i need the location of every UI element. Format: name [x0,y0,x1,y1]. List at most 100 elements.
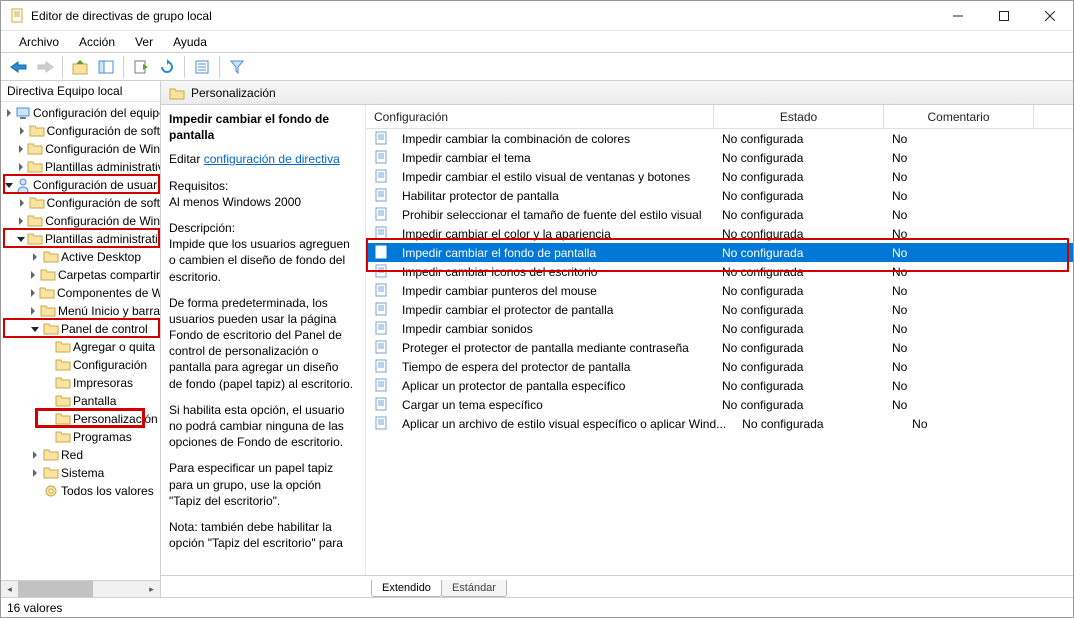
tree-node[interactable]: Plantillas administrativ [5,230,160,248]
tree-node[interactable]: Panel de control [5,320,160,338]
column-header-comentario[interactable]: Comentario [884,105,1034,128]
tab-extendido[interactable]: Extendido [371,580,442,597]
filter-button[interactable] [225,55,249,79]
policy-status: No configurada [714,341,884,355]
minimize-button[interactable] [935,1,981,31]
tree-node[interactable]: Carpetas compartir [5,266,160,284]
tree-horizontal-scrollbar[interactable]: ◂ ▸ [1,580,160,597]
toolbar-separator [184,56,185,78]
tree-node[interactable]: Impresoras [5,374,160,392]
show-hide-tree-button[interactable] [94,55,118,79]
policy-icon [374,359,390,375]
policy-icon [374,416,390,432]
scroll-thumb[interactable] [18,581,93,597]
chevron-right-icon[interactable] [17,125,27,137]
menu-ver[interactable]: Ver [127,33,161,51]
up-button[interactable] [68,55,92,79]
chevron-down-icon[interactable] [17,233,25,245]
policy-row[interactable]: Prohibir seleccionar el tamaño de fuente… [366,205,1073,224]
tree-node-label: Red [61,448,83,462]
chevron-right-icon[interactable] [29,449,41,461]
policy-status: No configurada [714,227,884,241]
policy-row[interactable]: Impedir cambiar el temaNo configuradaNo [366,148,1073,167]
column-header-estado[interactable]: Estado [714,105,884,128]
chevron-right-icon[interactable] [29,269,38,281]
policy-row[interactable]: Cargar un tema específicoNo configuradaN… [366,395,1073,414]
chevron-right-icon[interactable] [29,305,38,317]
tree-node[interactable]: Personalización [5,410,160,428]
chevron-down-icon[interactable] [5,179,13,191]
policy-row[interactable]: Habilitar protector de pantallaNo config… [366,186,1073,205]
policy-title: Impedir cambiar el fondo de pantalla [169,111,355,143]
close-button[interactable] [1027,1,1073,31]
tab-estandar[interactable]: Estándar [441,580,507,597]
refresh-button[interactable] [155,55,179,79]
tree-node[interactable]: Sistema [5,464,160,482]
policy-row[interactable]: Impedir cambiar punteros del mouseNo con… [366,281,1073,300]
policy-row[interactable]: Proteger el protector de pantalla median… [366,338,1073,357]
scroll-right-button[interactable]: ▸ [143,581,160,597]
tree-body[interactable]: Configuración del equipoConfiguración de… [1,102,160,580]
policy-comment: No [884,189,1034,203]
chevron-right-icon[interactable] [17,197,27,209]
policy-name: Impedir cambiar la combinación de colore… [394,132,638,146]
chevron-right-icon[interactable] [17,161,25,173]
policy-icon [374,397,390,413]
chevron-right-icon[interactable] [29,467,41,479]
tree-node[interactable]: Configuración del equipo [5,104,160,122]
menu-accion[interactable]: Acción [71,33,123,51]
export-button[interactable] [129,55,153,79]
policy-comment: No [884,398,1034,412]
scroll-track[interactable] [18,581,143,597]
tree-node[interactable]: Configuración de Win [5,212,160,230]
policy-row[interactable]: Impedir cambiar sonidosNo configuradaNo [366,319,1073,338]
column-header-config[interactable]: Configuración [366,105,714,128]
folder-icon [29,195,45,211]
policy-row[interactable]: Aplicar un protector de pantalla específ… [366,376,1073,395]
policy-row[interactable]: Impedir cambiar la combinación de colore… [366,129,1073,148]
tree-node[interactable]: Menú Inicio y barra [5,302,160,320]
folder-icon [40,267,56,283]
tree-node[interactable]: Configuración de usuario [5,176,160,194]
tree-node[interactable]: Pantalla [5,392,160,410]
tree-node[interactable]: Plantillas administrativ [5,158,160,176]
policy-comment: No [884,379,1034,393]
chevron-right-icon[interactable] [29,287,37,299]
scroll-left-button[interactable]: ◂ [1,581,18,597]
policy-comment: No [884,360,1034,374]
tree-node[interactable]: Configuración de soft [5,122,160,140]
tree-node[interactable]: Programas [5,428,160,446]
chevron-right-icon[interactable] [17,215,25,227]
tree-node[interactable]: Active Desktop [5,248,160,266]
tree-node[interactable]: Todos los valores [5,482,160,500]
policy-list[interactable]: Impedir cambiar la combinación de colore… [366,129,1073,575]
chevron-right-icon[interactable] [17,143,25,155]
maximize-button[interactable] [981,1,1027,31]
policy-row[interactable]: Impedir cambiar iconos del escritorioNo … [366,262,1073,281]
policy-row[interactable]: Impedir cambiar el color y la apariencia… [366,224,1073,243]
menu-ayuda[interactable]: Ayuda [165,33,215,51]
policy-row[interactable]: Impedir cambiar el estilo visual de vent… [366,167,1073,186]
policy-row[interactable]: Tiempo de espera del protector de pantal… [366,357,1073,376]
tree-node[interactable]: Red [5,446,160,464]
policy-row[interactable]: Impedir cambiar el protector de pantalla… [366,300,1073,319]
tree-node[interactable]: Configuración de Win [5,140,160,158]
statusbar: 16 valores [1,597,1073,617]
tree-node[interactable]: Componentes de W [5,284,160,302]
policy-name: Impedir cambiar sonidos [394,322,541,336]
folder-icon [43,249,59,265]
policy-row[interactable]: Aplicar un archivo de estilo visual espe… [366,414,1073,433]
menu-archivo[interactable]: Archivo [11,33,67,51]
chevron-right-icon[interactable] [29,251,41,263]
properties-button[interactable] [190,55,214,79]
policy-row[interactable]: Impedir cambiar el fondo de pantallaNo c… [366,243,1073,262]
edit-policy-link[interactable]: configuración de directiva [204,152,340,166]
chevron-down-icon[interactable] [29,323,41,335]
forward-button[interactable] [33,55,57,79]
back-button[interactable] [7,55,31,79]
chevron-right-icon[interactable] [5,107,13,119]
tree-node[interactable]: Configuración de soft [5,194,160,212]
tree-node-label: Configuración de Win [45,214,160,228]
tree-node[interactable]: Agregar o quita [5,338,160,356]
tree-node[interactable]: Configuración [5,356,160,374]
